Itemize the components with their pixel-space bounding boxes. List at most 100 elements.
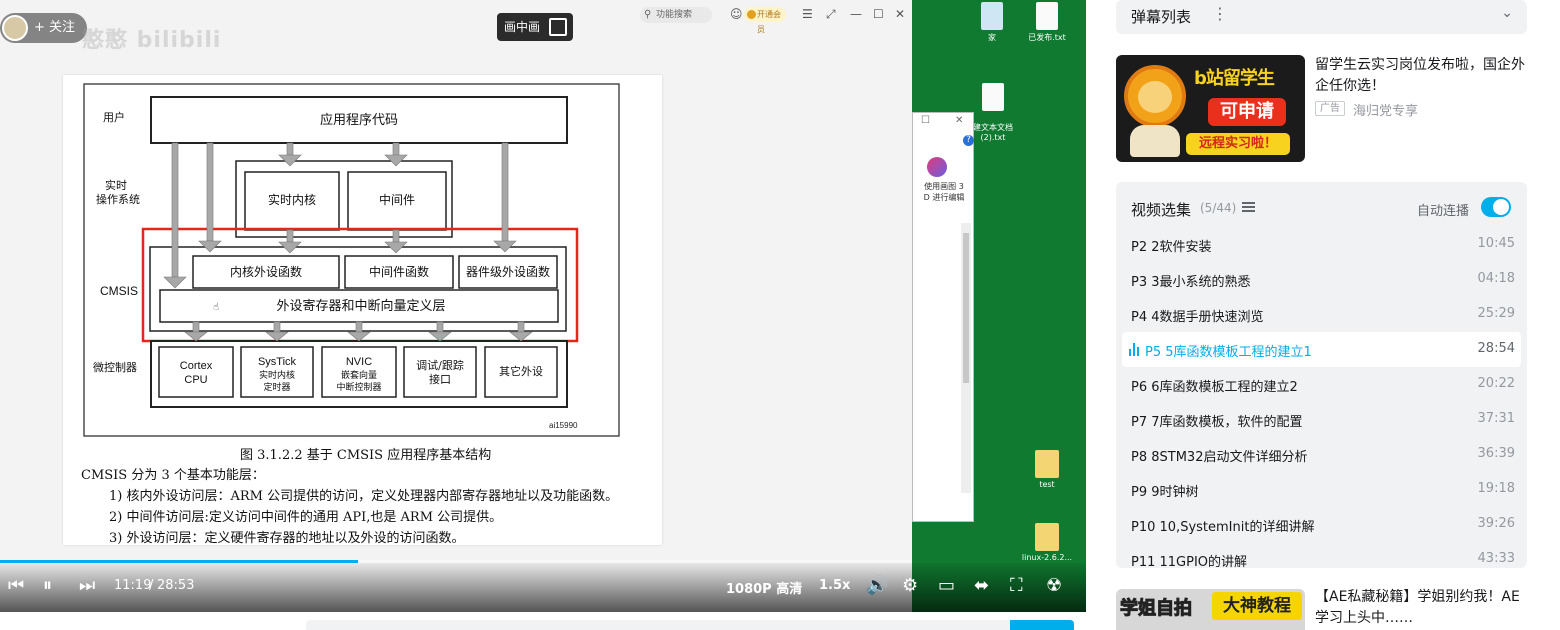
rec-thumb-left: 学姐自拍 <box>1120 598 1193 620</box>
danmaku-send-button[interactable] <box>1010 620 1074 630</box>
follow-button[interactable]: + 关注 <box>0 13 87 43</box>
episode-item[interactable]: P11 11GPIO的讲解 43:33 <box>1122 542 1521 568</box>
paint3d-icon <box>927 157 947 177</box>
quality-selector[interactable]: 1080P 高清 <box>726 578 802 597</box>
rec-thumb-right: 大神教程 <box>1212 592 1302 620</box>
episode-duration: 10:45 <box>1477 236 1515 251</box>
ad-thumb-line1: b站留学生 <box>1194 68 1275 89</box>
profile-icon[interactable]: ☺ <box>730 7 743 21</box>
app-code-label: 应用程序代码 <box>320 112 398 128</box>
lion-face <box>1138 81 1172 113</box>
episode-duration: 25:29 <box>1477 306 1515 321</box>
ad-title[interactable]: 留学生云实习岗位发布啦，国企外企任你选！ <box>1315 55 1527 97</box>
cursor-hand-icon: ☝ <box>213 302 219 313</box>
episode-title: P4 4数据手册快速浏览 <box>1131 310 1264 325</box>
row-label-cmsis: CMSIS <box>100 284 138 298</box>
close-icon[interactable]: ✕ <box>895 7 905 21</box>
widescreen-icon[interactable]: ⬌ <box>974 577 989 595</box>
episode-item[interactable]: P3 3最小系统的熟悉 04:18 <box>1122 262 1521 297</box>
fullscreen-icon[interactable]: ☢ <box>1046 577 1062 595</box>
recycle-bin-icon <box>981 2 1003 30</box>
episode-item[interactable]: P4 4数据手册快速浏览 25:29 <box>1122 297 1521 332</box>
mcu-debug-line1: 调试/跟踪 <box>416 358 464 372</box>
mcu-debug-line2: 接口 <box>429 373 451 386</box>
mcu-systick-line1: SysTick <box>258 356 297 368</box>
episode-item[interactable]: P8 8STM32启动文件详细分析 36:39 <box>1122 437 1521 472</box>
web-fullscreen-icon[interactable]: ⛶ <box>1010 577 1023 595</box>
episode-duration: 36:39 <box>1477 446 1515 461</box>
window-scrollbar[interactable] <box>961 223 971 493</box>
desktop-icon-published[interactable]: 已发布.txt <box>1012 2 1082 43</box>
desktop-icon-label: 已发布.txt <box>1028 33 1066 42</box>
autoplay-toggle[interactable] <box>1481 197 1511 217</box>
chevron-down-icon[interactable]: ⌄ <box>1501 5 1513 21</box>
ad-thumbnail[interactable]: b站留学生 可申请 远程实习啦！ <box>1116 55 1305 162</box>
desktop-icon-test[interactable]: test <box>1012 450 1082 489</box>
uploader-avatar[interactable] <box>2 15 28 41</box>
danmaku-toggle-icon[interactable]: ▭ <box>938 577 955 595</box>
time-current: 11:19 <box>114 578 152 593</box>
video-player[interactable]: ⚲ 功能搜索 ☺ 开通会员 ☰ ⤢ — ☐ ✕ 用户 实时 操作系统 CMSIS… <box>0 0 1086 612</box>
episode-item[interactable]: P10 10,SystemInit的详细讲解 39:26 <box>1122 507 1521 542</box>
ad-thumb-line3: 远程实习啦！ <box>1186 133 1290 155</box>
danmaku-list-header[interactable]: 弹幕列表 ⋮ ⌄ <box>1116 0 1527 34</box>
speed-selector[interactable]: 1.5x <box>819 578 850 593</box>
paint3d-caption: 使用画图 3 D 进行编辑 <box>923 182 965 202</box>
bilibili-watermark: 憨憨 bilibili <box>82 28 222 53</box>
maximize-icon[interactable]: ☐ <box>873 7 884 21</box>
vip-coin-icon <box>747 10 756 19</box>
desktop-icon-label: 建文本文档 (2).txt <box>973 123 1013 142</box>
episode-item[interactable]: P6 6库函数模板工程的建立2 20:22 <box>1122 367 1521 402</box>
background-window[interactable]: ☐ ✕ ? 使用画图 3 D 进行编辑 <box>912 112 974 522</box>
vip-pill[interactable]: 开通会员 <box>744 7 786 34</box>
episode-title: P2 2软件安装 <box>1131 240 1212 255</box>
desktop-icon-linux[interactable]: linux-2.6.2... <box>1012 523 1082 562</box>
minimize-icon[interactable]: — <box>850 7 862 21</box>
figure-caption: 图 3.1.2.2 基于 CMSIS 应用程序基本结构 <box>240 448 492 463</box>
figure-id: ai15990 <box>549 421 578 430</box>
window-maximize-icon[interactable]: ☐ <box>921 115 930 126</box>
device-periph-label: 器件级外设函数 <box>466 264 550 279</box>
mcu-cortex-line1: Cortex <box>180 360 213 372</box>
desktop-icon-label: 家 <box>988 33 996 42</box>
ad-source: 海归党专享 <box>1353 104 1419 119</box>
volume-icon[interactable]: 🔊 <box>866 577 888 595</box>
next-icon[interactable]: ⏭ <box>79 577 95 595</box>
menu-icon[interactable]: ☰ <box>802 7 813 21</box>
episode-item[interactable]: P5 5库函数模板工程的建立1 28:54 <box>1122 332 1521 367</box>
episode-item[interactable]: P9 9时钟树 19:18 <box>1122 472 1521 507</box>
episode-item[interactable]: P7 7库函数模板，软件的配置 37:31 <box>1122 402 1521 437</box>
danmaku-list-title: 弹幕列表 <box>1131 8 1192 26</box>
recommended-thumbnail[interactable]: 学姐自拍 大神教程 <box>1116 589 1305 630</box>
previous-icon[interactable]: ⏮ <box>8 577 24 595</box>
mcu-cortex-line2: CPU <box>184 374 207 386</box>
fullscreen-icon[interactable]: ⤢ <box>826 7 836 22</box>
settings-gear-icon[interactable]: ⚙ <box>902 577 918 595</box>
more-icon[interactable]: ⋮ <box>1212 4 1228 23</box>
row-label-user: 用户 <box>103 110 125 124</box>
episode-duration: 43:33 <box>1477 551 1515 566</box>
cmsis-diagram: 用户 实时 操作系统 CMSIS 微控制器 应用程序代码 实时内核 中间件 内核… <box>83 83 620 437</box>
window-close-icon[interactable]: ✕ <box>955 115 963 126</box>
episode-title: P3 3最小系统的熟悉 <box>1131 275 1251 290</box>
help-icon[interactable]: ? <box>963 135 974 146</box>
scrollbar-thumb[interactable] <box>963 233 969 383</box>
playlist-count: (5/44) <box>1200 201 1237 215</box>
episode-item[interactable]: P2 2软件安装 10:45 <box>1122 227 1521 262</box>
body-line-3: 2) 中间件访问层:定义访问中间件的通用 API,也是 ARM 公司提供。 <box>109 510 503 525</box>
recommended-title[interactable]: 【AE私藏秘籍】学姐别约我！AE学习上头中…… <box>1315 587 1527 629</box>
vip-label: 开通会员 <box>757 10 781 34</box>
periph-reg-layer-label: 外设寄存器和中断向量定义层 <box>276 298 445 314</box>
list-view-icon[interactable] <box>1242 202 1255 213</box>
pause-icon[interactable]: ⏸ <box>43 577 52 595</box>
recommended-video-card[interactable]: 学姐自拍 大神教程 【AE私藏秘籍】学姐别约我！AE学习上头中…… <box>1116 587 1527 630</box>
danmaku-input-bar[interactable] <box>306 620 1074 630</box>
ad-thumb-line2: 可申请 <box>1208 98 1286 126</box>
picture-in-picture-button[interactable]: 画中画 <box>497 13 573 41</box>
search-icon: ⚲ <box>644 9 652 20</box>
desktop-icon-label: linux-2.6.2... <box>1021 553 1073 562</box>
mcu-nvic-line3: 中断控制器 <box>336 381 381 393</box>
viewer-search-box[interactable]: ⚲ 功能搜索 <box>640 7 712 23</box>
ad-card[interactable]: b站留学生 可申请 远程实习啦！ 留学生云实习岗位发布啦，国企外企任你选！ 广告… <box>1116 55 1527 163</box>
middleware-label: 中间件 <box>379 192 415 207</box>
